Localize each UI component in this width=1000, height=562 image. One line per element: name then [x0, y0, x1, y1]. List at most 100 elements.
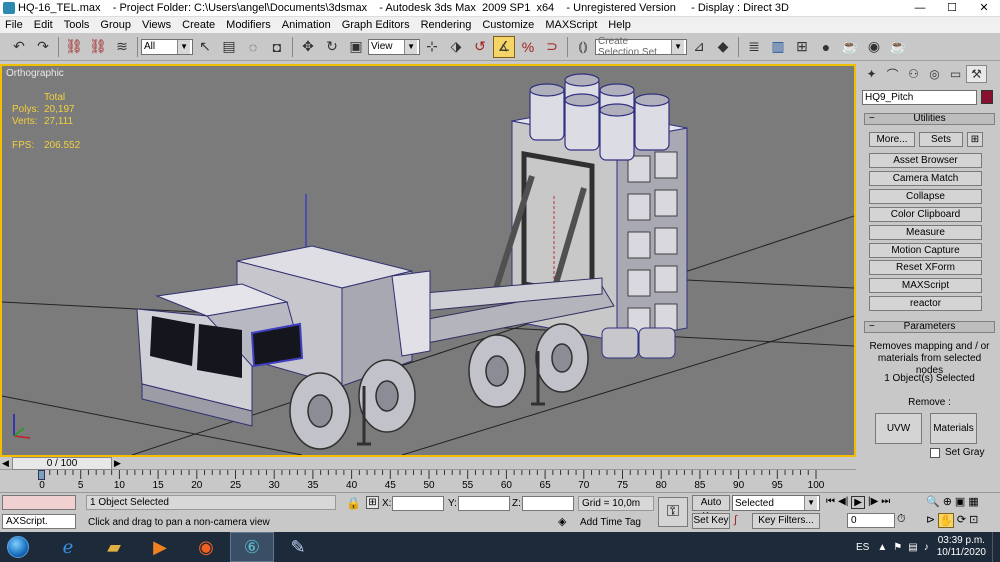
time-slider-thumb[interactable]: 0 / 100	[12, 457, 112, 470]
window-crossing-icon[interactable]: ◘	[266, 36, 288, 58]
maxscript-mini-listener[interactable]: AXScript.	[2, 514, 76, 529]
time-slider-prev-icon[interactable]: ◀	[2, 458, 9, 469]
configure-button-sets-icon[interactable]: ⊞	[967, 132, 983, 147]
menu-views[interactable]: Views	[137, 19, 177, 31]
redo-icon[interactable]: ↷	[32, 36, 54, 58]
menu-group[interactable]: Group	[95, 19, 137, 31]
select-by-name-icon[interactable]: ▤	[218, 36, 240, 58]
select-and-link-icon[interactable]: ⛓	[63, 36, 85, 58]
asset-browser-button[interactable]: Asset Browser	[869, 153, 982, 168]
maxscript-utility-button[interactable]: MAXScript	[869, 278, 982, 293]
close-button[interactable]: ✕	[968, 0, 1000, 17]
sets-button[interactable]: Sets	[919, 132, 963, 147]
menu-tools[interactable]: Tools	[59, 19, 96, 31]
maximize-button[interactable]: ☐	[936, 0, 968, 17]
current-frame-field[interactable]: 0	[847, 513, 895, 528]
default-in-out-tangents-icon[interactable]: ∫	[734, 514, 737, 526]
zoom-all-icon[interactable]: ⊕	[943, 495, 952, 508]
render-production-icon[interactable]: ☕	[887, 36, 909, 58]
time-tag-icon[interactable]: ◈	[558, 515, 566, 528]
zoom-extents-icon[interactable]: ▣	[955, 495, 965, 508]
curve-editor-icon[interactable]: ▥	[767, 36, 789, 58]
taskbar-3dsmax[interactable]: ⑥	[230, 532, 274, 562]
show-desktop-button[interactable]	[992, 532, 1000, 562]
play-icon[interactable]: ▶	[851, 496, 865, 509]
network-icon[interactable]: ▤	[908, 542, 917, 553]
pan-view-icon[interactable]: ✋	[938, 513, 954, 528]
reference-coordinate-dropdown[interactable]: View ▼	[368, 38, 420, 55]
orbit-icon[interactable]: ⟳	[957, 513, 966, 528]
more-button[interactable]: More...	[869, 132, 915, 147]
menu-file[interactable]: File	[0, 19, 29, 31]
select-object-icon[interactable]: ↖	[194, 36, 216, 58]
menu-help[interactable]: Help	[603, 19, 637, 31]
time-configuration-icon[interactable]: ⏱	[897, 513, 906, 526]
taskbar-paint[interactable]: ✎	[276, 532, 320, 562]
go-to-start-icon[interactable]: ⏮	[826, 496, 835, 509]
materials-button[interactable]: Materials	[930, 413, 977, 444]
show-hidden-icons-icon[interactable]: ▲	[877, 542, 887, 553]
lock-selection-icon[interactable]: 🔒	[346, 496, 361, 510]
menu-edit[interactable]: Edit	[29, 19, 59, 31]
material-editor-icon[interactable]: ●	[815, 36, 837, 58]
taskbar-internet-explorer[interactable]: ℯ	[46, 532, 90, 562]
use-pivot-center-icon[interactable]: ⊹	[421, 36, 443, 58]
menu-animation[interactable]: Animation	[277, 19, 337, 31]
unlink-selection-icon[interactable]: ⛓	[87, 36, 109, 58]
undo-icon[interactable]: ↶	[8, 36, 30, 58]
field-of-view-icon[interactable]: ⊳	[926, 513, 935, 528]
uvw-button[interactable]: UVW	[875, 413, 922, 444]
menu-customize[interactable]: Customize	[477, 19, 540, 31]
motion-tab-icon[interactable]: ◎	[924, 65, 945, 83]
taskbar-firefox[interactable]: ◉	[184, 532, 228, 562]
taskbar-file-explorer[interactable]: ▰	[92, 532, 136, 562]
maxscript-listener-pink[interactable]	[2, 495, 76, 510]
mirror-icon[interactable]: ⊿	[688, 36, 710, 58]
menu-modifiers[interactable]: Modifiers	[221, 19, 277, 31]
select-and-rotate-icon[interactable]: ↻	[321, 36, 343, 58]
menu-maxscript[interactable]: MAXScript	[540, 19, 603, 31]
spinner-snap-icon[interactable]: ⊃	[541, 36, 563, 58]
language-indicator[interactable]: ES	[856, 542, 869, 553]
start-button[interactable]	[0, 532, 36, 562]
object-color-swatch[interactable]	[981, 90, 993, 104]
maximize-viewport-icon[interactable]: ⊡	[969, 513, 978, 528]
previous-frame-icon[interactable]: ◀|	[838, 496, 848, 509]
key-mode-dropdown[interactable]: Selected ▼	[732, 495, 820, 511]
select-and-manipulate-icon[interactable]: ⬗	[445, 36, 467, 58]
layer-manager-icon[interactable]: ≣	[743, 36, 765, 58]
set-gray-checkbox[interactable]	[930, 448, 940, 458]
flag-icon[interactable]: ⚑	[893, 542, 902, 553]
object-name-field[interactable]: HQ9_Pitch	[862, 90, 977, 105]
color-clipboard-button[interactable]: Color Clipboard	[869, 207, 982, 222]
percent-snap-icon[interactable]: %	[517, 36, 539, 58]
camera-match-button[interactable]: Camera Match	[869, 171, 982, 186]
taskbar-media-player[interactable]: ▶	[138, 532, 182, 562]
go-to-end-icon[interactable]: ⏭	[881, 496, 890, 509]
zoom-extents-all-icon[interactable]: ▦	[968, 495, 978, 508]
menu-create[interactable]: Create	[177, 19, 221, 31]
named-selection-sets-dropdown[interactable]: Create Selection Set ▼	[595, 36, 687, 58]
align-icon[interactable]: ◆	[712, 36, 734, 58]
selection-filter-dropdown[interactable]: All ▼	[141, 38, 193, 55]
bind-to-space-warp-icon[interactable]: ≋	[111, 36, 133, 58]
motion-capture-button[interactable]: Motion Capture	[869, 243, 982, 258]
edit-named-selection-icon[interactable]: ⦅⦆	[572, 36, 594, 58]
time-slider-next-icon[interactable]: ▶	[114, 458, 121, 469]
set-keys-key-icon[interactable]: ⚿	[658, 497, 688, 527]
render-setup-icon[interactable]: ☕	[839, 36, 861, 58]
trackbar[interactable]: 0 5 10 15 20 25 30 35 40 45 50 55 60 65 70 75 80 85 90 95 10…	[0, 470, 856, 492]
reactor-button[interactable]: reactor	[869, 296, 982, 311]
z-coord-field[interactable]	[522, 496, 574, 511]
display-tab-icon[interactable]: ▭	[945, 65, 966, 83]
utilities-tab-icon[interactable]: ⚒	[966, 65, 987, 83]
collapse-button[interactable]: Collapse	[869, 189, 982, 204]
snaps-toggle-icon[interactable]: ↺	[469, 36, 491, 58]
rendered-frame-window-icon[interactable]: ◉	[863, 36, 885, 58]
measure-button[interactable]: Measure	[869, 225, 982, 240]
taskbar-clock[interactable]: 03:39 p.m. 10/11/2020	[937, 535, 986, 559]
next-frame-icon[interactable]: |▶	[868, 496, 878, 509]
volume-icon[interactable]: ♪	[924, 542, 929, 553]
angle-snap-toggle-icon[interactable]: ∡	[493, 35, 515, 58]
absolute-mode-transform-icon[interactable]: ⊞	[366, 496, 379, 509]
